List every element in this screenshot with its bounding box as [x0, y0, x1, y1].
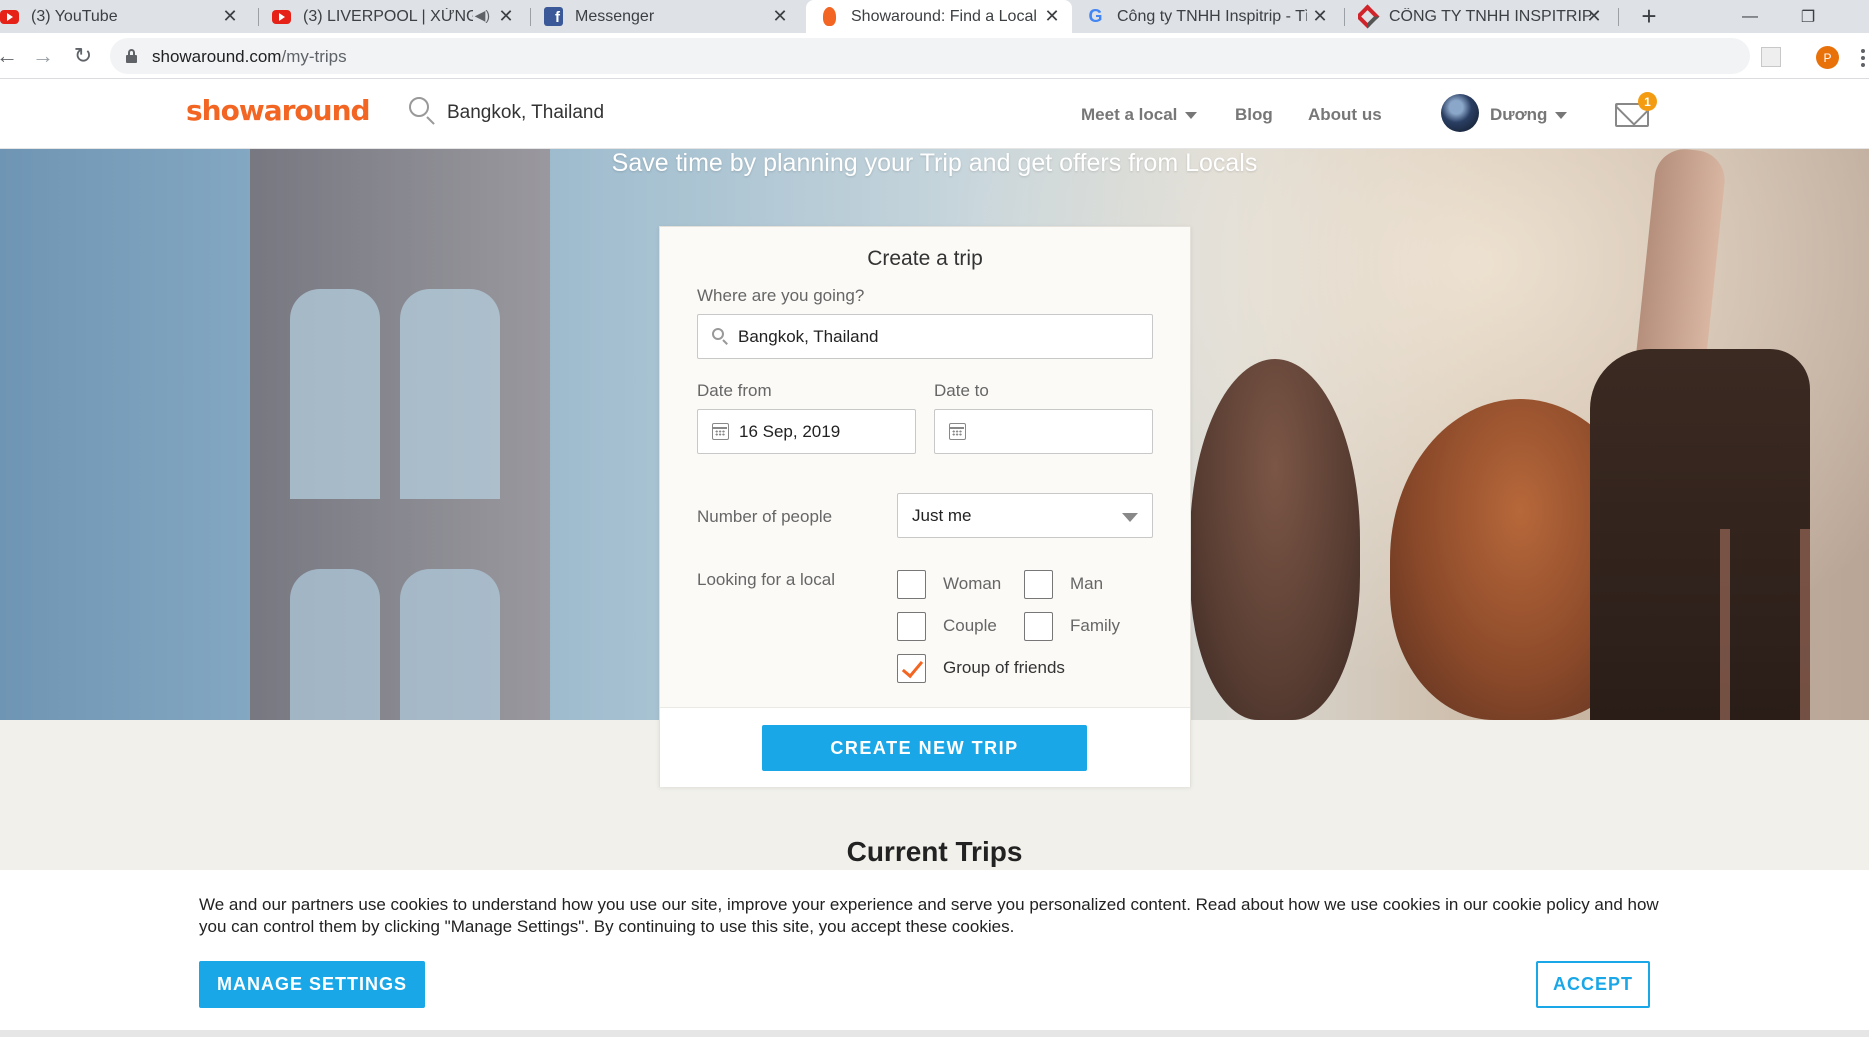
facebook-icon: f — [544, 7, 563, 26]
manage-settings-button[interactable]: MANAGE SETTINGS — [199, 961, 425, 1008]
search-icon — [712, 328, 728, 345]
new-tab-button[interactable]: + — [1634, 0, 1664, 33]
people-value: Just me — [912, 506, 972, 525]
card-footer: CREATE NEW TRIP — [660, 707, 1190, 787]
destination-input[interactable]: Bangkok, Thailand — [697, 314, 1153, 359]
notification-badge: 1 — [1638, 92, 1657, 111]
people-select[interactable]: Just me — [897, 493, 1153, 538]
extension-icon[interactable] — [1761, 47, 1781, 67]
people-label: Number of people — [697, 507, 833, 526]
tab-youtube[interactable]: (3) YouTube ✕ — [0, 0, 250, 33]
checkbox-label-couple[interactable]: Couple — [943, 616, 997, 636]
avatar[interactable] — [1441, 94, 1479, 132]
header-location-search[interactable]: Bangkok, Thailand — [447, 102, 604, 124]
hero-subtitle: Save time by planning your Trip and get … — [611, 149, 1258, 177]
tab-inspitrip[interactable]: CÔNG TY TNHH INSPITRIP ✕ — [1358, 0, 1614, 33]
chevron-down-icon — [1555, 112, 1568, 120]
profile-avatar[interactable]: P — [1816, 46, 1839, 69]
bridge-window — [400, 289, 500, 499]
checkbox-label-woman[interactable]: Woman — [943, 574, 1001, 594]
tab-title: (3) YouTube — [31, 7, 118, 25]
google-icon: G — [1088, 6, 1103, 26]
date-to-label: Date to — [934, 381, 989, 400]
page-bottom-edge — [0, 1030, 1869, 1037]
back-button[interactable]: ← — [0, 41, 22, 71]
tab-separator — [530, 8, 531, 26]
tab-separator — [1344, 8, 1345, 26]
showaround-icon — [820, 7, 839, 26]
close-icon[interactable]: ✕ — [1042, 6, 1062, 26]
reload-button[interactable]: ↻ — [68, 41, 98, 71]
nav-about-us[interactable]: About us — [1308, 105, 1382, 125]
destination-value: Bangkok, Thailand — [738, 327, 879, 346]
restore-button[interactable]: ❐ — [1785, 0, 1831, 33]
close-icon[interactable]: ✕ — [1584, 6, 1604, 26]
checkbox-couple[interactable] — [897, 612, 926, 641]
bridge-window — [290, 289, 380, 499]
create-trip-card: Create a trip Where are you going? Bangk… — [659, 226, 1191, 787]
inspitrip-icon — [1358, 4, 1380, 29]
tab-showaround[interactable]: Showaround: Find a Local to ✕ — [806, 0, 1072, 33]
showaround-logo[interactable]: showaround — [186, 94, 371, 127]
forward-button[interactable]: → — [28, 41, 58, 71]
tab-title: CÔNG TY TNHH INSPITRIP — [1389, 7, 1593, 25]
site-header: showaround Bangkok, Thailand Meet a loca… — [0, 80, 1869, 149]
accept-button[interactable]: ACCEPT — [1536, 961, 1650, 1008]
looking-label: Looking for a local — [697, 570, 835, 589]
date-from-label: Date from — [697, 381, 772, 400]
checkbox-label-group-of-friends[interactable]: Group of friends — [943, 658, 1065, 678]
bridge-image — [1720, 529, 1810, 720]
tab-liverpool[interactable]: (3) LIVERPOOL | XỨNG Đ ◀) ✕ — [272, 0, 526, 33]
minimize-button[interactable]: — — [1727, 0, 1773, 33]
date-from-input[interactable]: 16 Sep, 2019 — [697, 409, 916, 454]
youtube-icon — [0, 7, 19, 26]
create-new-trip-button[interactable]: CREATE NEW TRIP — [762, 725, 1087, 771]
chevron-down-icon — [1122, 513, 1138, 522]
tab-separator — [258, 8, 259, 26]
checkbox-label-man[interactable]: Man — [1070, 574, 1103, 594]
cookie-banner: We and our partners use cookies to under… — [0, 870, 1869, 1030]
calendar-icon — [949, 423, 966, 440]
calendar-icon — [712, 423, 729, 440]
bridge-window — [400, 569, 500, 720]
checkbox-label-family[interactable]: Family — [1070, 616, 1120, 636]
checkbox-man[interactable] — [1024, 570, 1053, 599]
browser-toolbar: ← → ↻ showaround.com/my-trips ☆ — [0, 33, 1869, 79]
date-to-input[interactable] — [934, 409, 1153, 454]
current-trips-heading: Current Trips — [846, 836, 1023, 867]
person-image — [1190, 359, 1360, 720]
browser-tab-bar: (3) YouTube ✕ (3) LIVERPOOL | XỨNG Đ ◀) … — [0, 0, 1869, 33]
tab-title: (3) LIVERPOOL | XỨNG Đ — [303, 7, 473, 25]
checkbox-group-of-friends[interactable] — [897, 654, 926, 683]
url-text[interactable]: showaround.com/my-trips — [152, 47, 347, 67]
bridge-window — [290, 569, 380, 720]
youtube-icon — [272, 7, 291, 26]
chevron-down-icon — [1185, 112, 1198, 120]
speaker-icon[interactable]: ◀) — [475, 7, 490, 24]
close-icon[interactable]: ✕ — [220, 6, 240, 26]
tab-google-inspitrip[interactable]: G Công ty TNHH Inspitrip - Tìm ✕ — [1086, 0, 1340, 33]
card-title: Create a trip — [867, 247, 983, 270]
tab-messenger[interactable]: f Messenger ✕ — [544, 0, 800, 33]
tab-title: Công ty TNHH Inspitrip - Tìm — [1117, 7, 1307, 25]
tab-title: Showaround: Find a Local to — [851, 7, 1041, 25]
nav-blog[interactable]: Blog — [1235, 105, 1273, 125]
browser-menu-icon[interactable] — [1858, 44, 1868, 72]
tab-title: Messenger — [575, 7, 655, 25]
close-icon[interactable]: ✕ — [770, 6, 790, 26]
cookie-text: We and our partners use cookies to under… — [199, 895, 1659, 936]
address-bar[interactable]: showaround.com/my-trips ☆ — [110, 38, 1840, 74]
date-from-value: 16 Sep, 2019 — [739, 422, 841, 441]
nav-meet-a-local[interactable]: Meet a local — [1081, 105, 1198, 125]
lock-icon[interactable] — [126, 49, 137, 63]
search-icon[interactable] — [409, 97, 437, 125]
tab-separator — [1618, 8, 1619, 26]
close-icon[interactable]: ✕ — [496, 6, 516, 26]
checkbox-woman[interactable] — [897, 570, 926, 599]
where-label: Where are you going? — [697, 286, 865, 305]
user-menu[interactable]: Dương — [1490, 105, 1568, 125]
close-icon[interactable]: ✕ — [1310, 6, 1330, 26]
checkbox-family[interactable] — [1024, 612, 1053, 641]
